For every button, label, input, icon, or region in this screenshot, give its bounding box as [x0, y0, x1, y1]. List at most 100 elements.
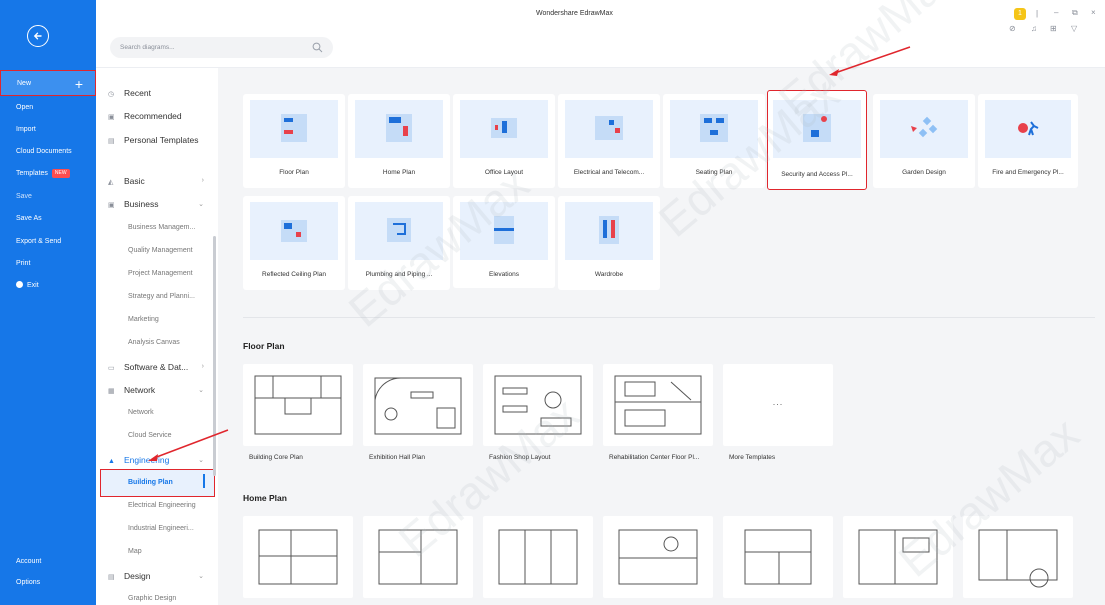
category-analysis-canvas[interactable]: Analysis Canvas — [128, 339, 180, 346]
plumbing-thumbnail — [355, 202, 443, 260]
import-menu-item[interactable]: Import — [0, 119, 96, 141]
user-avatar[interactable]: 1 — [1014, 8, 1026, 20]
tile-label: Home Plan — [382, 169, 416, 176]
exhibition-hall-plan-preview — [374, 377, 462, 435]
category-design[interactable]: ▤ Design — [108, 571, 150, 581]
template-home-plan-5[interactable] — [723, 516, 833, 598]
template-building-core-plan[interactable] — [243, 364, 353, 446]
app-title: Wondershare EdrawMax — [536, 10, 613, 17]
floor-plan-thumbnail — [250, 100, 338, 158]
tile-garden-design[interactable]: Garden Design — [873, 94, 975, 188]
category-quality-management[interactable]: Quality Management — [128, 247, 193, 254]
tile-label: Floor Plan — [279, 169, 309, 176]
category-scrollbar[interactable] — [213, 236, 216, 476]
home-plan-preview — [744, 529, 812, 585]
templates-menu-item[interactable]: Templates NEW — [0, 163, 96, 185]
print-menu-item[interactable]: Print — [0, 253, 96, 275]
apps-grid-icon[interactable]: ⊞ — [1050, 24, 1057, 33]
tile-home-plan[interactable]: Home Plan — [348, 94, 450, 188]
minimize-icon[interactable]: – — [1054, 8, 1058, 17]
rehabilitation-center-preview — [614, 375, 702, 435]
category-marketing[interactable]: Marketing — [128, 316, 159, 323]
search-icon[interactable] — [312, 42, 323, 53]
category-engineering[interactable]: ▲ Engineering — [108, 455, 169, 465]
category-network[interactable]: ▦ Network — [108, 385, 155, 395]
tile-electrical-telecom[interactable]: Electrical and Telecom... — [558, 94, 660, 188]
open-menu-item[interactable]: Open — [0, 97, 96, 119]
tile-office-layout[interactable]: Office Layout — [453, 94, 555, 188]
home-plan-thumbnail — [355, 100, 443, 158]
template-gallery: Floor Plan Home Plan Office Layout Elect… — [218, 68, 1105, 605]
template-exhibition-hall-plan[interactable] — [363, 364, 473, 446]
tile-label: Elevations — [489, 271, 519, 278]
building-core-plan-preview — [254, 375, 342, 435]
exit-menu-item[interactable]: Exit — [0, 275, 96, 297]
category-building-plan[interactable]: Building Plan — [100, 469, 215, 497]
network-label: Network — [124, 385, 156, 395]
category-basic[interactable]: ◭ Basic — [108, 176, 208, 186]
personal-templates-label: Personal Templates — [124, 135, 199, 145]
gift-icon[interactable]: ▽ — [1071, 24, 1077, 33]
template-fashion-shop-layout[interactable] — [483, 364, 593, 446]
account-menu-item[interactable]: Account — [0, 551, 96, 573]
top-bar: Wondershare EdrawMax Search diagrams... … — [96, 0, 1105, 68]
bell-icon[interactable]: ♫ — [1031, 24, 1037, 33]
category-industrial-engineering[interactable]: Industrial Engineeri... — [128, 525, 194, 532]
electrical-thumbnail — [565, 100, 653, 158]
recommended-label: Recommended — [124, 111, 182, 121]
save-as-menu-item[interactable]: Save As — [0, 208, 96, 230]
template-label: Exhibition Hall Plan — [369, 454, 426, 461]
floor-plan-section-title: Floor Plan — [243, 341, 285, 351]
chevron-right-icon: › — [201, 363, 204, 370]
category-graphic-design[interactable]: Graphic Design — [128, 595, 176, 602]
category-recommended[interactable]: ▣ Recommended — [108, 111, 182, 121]
plus-icon: + — [74, 76, 83, 92]
template-home-plan-6[interactable] — [843, 516, 953, 598]
category-map[interactable]: Map — [128, 548, 142, 555]
help-icon[interactable]: ⊘ — [1009, 24, 1016, 33]
maximize-icon[interactable]: ⧉ — [1072, 8, 1078, 18]
search-input[interactable]: Search diagrams... — [110, 37, 333, 58]
cloud-documents-menu-item[interactable]: Cloud Documents — [0, 141, 96, 163]
category-business-management[interactable]: Business Managem... — [128, 224, 195, 231]
template-home-plan-7[interactable] — [963, 516, 1073, 598]
template-home-plan-1[interactable] — [243, 516, 353, 598]
tile-plumbing-piping[interactable]: Plumbing and Piping ... — [348, 196, 450, 290]
template-label: More Templates — [729, 454, 776, 461]
category-software[interactable]: ▭ Software & Dat... — [108, 362, 188, 372]
tile-fire-emergency[interactable]: Fire and Emergency Pl... — [978, 94, 1078, 188]
chevron-down-icon: ⌄ — [198, 457, 204, 464]
category-electrical-engineering[interactable]: Electrical Engineering — [128, 502, 196, 509]
tile-label: Garden Design — [902, 169, 946, 176]
category-network-sub[interactable]: Network — [128, 409, 154, 416]
tile-elevations[interactable]: Elevations — [453, 196, 555, 288]
new-menu-item[interactable]: New + — [0, 70, 96, 96]
template-home-plan-3[interactable] — [483, 516, 593, 598]
exit-icon — [16, 280, 23, 288]
tile-floor-plan[interactable]: Floor Plan — [243, 94, 345, 188]
template-home-plan-2[interactable] — [363, 516, 473, 598]
templates-label: Templates — [16, 170, 48, 177]
category-cloud-service[interactable]: Cloud Service — [128, 432, 172, 439]
template-rehabilitation-center[interactable] — [603, 364, 713, 446]
tile-label: Wardrobe — [594, 271, 624, 278]
save-menu-item[interactable]: Save — [0, 186, 96, 208]
tile-seating-plan[interactable]: Seating Plan — [663, 94, 765, 188]
category-business[interactable]: ▣ Business — [108, 199, 159, 209]
options-menu-item[interactable]: Options — [0, 572, 96, 594]
category-panel: ◷ Recent ▣ Recommended ▤ Personal Templates… — [96, 68, 218, 605]
tile-security-access-plan[interactable]: Security and Access Pl... — [767, 90, 867, 190]
tile-reflected-ceiling[interactable]: Reflected Ceiling Plan — [243, 196, 345, 290]
category-recent[interactable]: ◷ Recent — [108, 88, 151, 98]
tile-label: Plumbing and Piping ... — [365, 271, 433, 278]
close-icon[interactable]: × — [1091, 8, 1096, 17]
template-home-plan-4[interactable] — [603, 516, 713, 598]
category-project-management[interactable]: Project Management — [128, 270, 193, 277]
back-arrow-icon[interactable] — [27, 25, 49, 47]
category-personal-templates[interactable]: ▤ Personal Templates — [108, 135, 199, 145]
design-icon: ▤ — [108, 574, 115, 581]
template-more-templates[interactable]: ... — [723, 364, 833, 446]
tile-wardrobe[interactable]: Wardrobe — [558, 196, 660, 290]
category-strategy-planning[interactable]: Strategy and Planni... — [128, 293, 195, 300]
export-send-menu-item[interactable]: Export & Send — [0, 231, 96, 253]
